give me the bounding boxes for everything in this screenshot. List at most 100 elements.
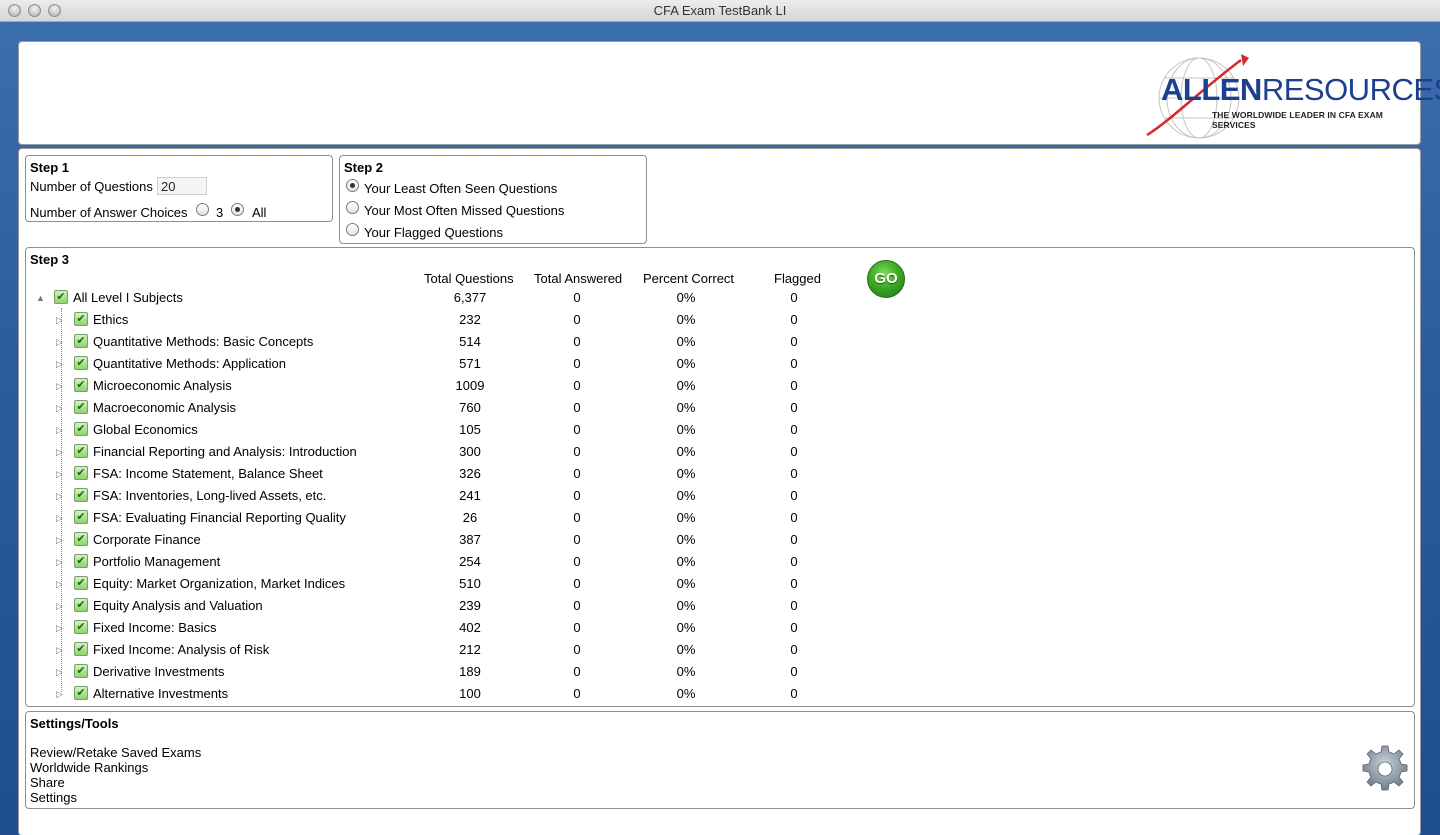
expand-triangle-icon[interactable]: ▷ — [56, 623, 63, 634]
expand-triangle-icon[interactable]: ▷ — [56, 513, 63, 524]
expand-triangle-icon[interactable]: ▷ — [56, 645, 63, 656]
expand-triangle-icon[interactable]: ▷ — [56, 315, 63, 326]
step2-title: Step 2 — [344, 160, 384, 175]
cell-answered: 0 — [573, 532, 581, 547]
cell-total: 6,377 — [453, 290, 487, 305]
tree-row-subject: ▷ ✔ Fixed Income: Analysis of Risk 212 0 0% 0 — [26, 642, 1026, 662]
subject-checkbox[interactable]: ✔ — [74, 312, 88, 326]
answer-choices-label: Number of Answer Choices — [30, 205, 188, 220]
answer-choice-3-radio[interactable] — [196, 203, 209, 216]
cell-flagged: 0 — [790, 532, 798, 547]
cell-answered: 0 — [573, 642, 581, 657]
cell-total: 514 — [459, 334, 481, 349]
cell-percent: 0% — [676, 488, 696, 503]
expand-triangle-icon[interactable]: ▷ — [56, 667, 63, 678]
subject-checkbox[interactable]: ✔ — [74, 378, 88, 392]
tree-row-subject: ▷ ✔ Global Economics 105 0 0% 0 — [26, 422, 1026, 442]
subject-checkbox[interactable]: ✔ — [74, 598, 88, 612]
cell-total: 232 — [459, 312, 481, 327]
expand-triangle-icon[interactable]: ▷ — [56, 557, 63, 568]
settings-link[interactable]: Settings — [30, 790, 77, 805]
cell-answered: 0 — [573, 466, 581, 481]
tree-row-subject: ▷ ✔ Quantitative Methods: Application 571 0 0… — [26, 356, 1026, 376]
review-saved-exams-link[interactable]: Review/Retake Saved Exams — [30, 745, 201, 760]
subject-checkbox[interactable]: ✔ — [74, 444, 88, 458]
cell-percent: 0% — [676, 532, 696, 547]
subject-label: FSA: Evaluating Financial Reporting Qual… — [93, 510, 346, 525]
expand-triangle-icon[interactable]: ▷ — [56, 601, 63, 612]
subject-checkbox[interactable]: ✔ — [74, 686, 88, 700]
window-title: CFA Exam TestBank LI — [653, 3, 787, 18]
window-titlebar: CFA Exam TestBank LI — [0, 0, 1440, 22]
subject-checkbox[interactable]: ✔ — [74, 488, 88, 502]
cell-answered: 0 — [573, 400, 581, 415]
step1-box: Step 1 Number of Questions Number of Ans… — [25, 155, 333, 222]
answer-choice-all-radio[interactable] — [231, 203, 244, 216]
tree-row-subject: ▷ ✔ Financial Reporting and Analysis: Intr… — [26, 444, 1026, 464]
expand-triangle-icon[interactable]: ▷ — [56, 579, 63, 590]
subject-checkbox[interactable]: ✔ — [74, 620, 88, 634]
cell-flagged: 0 — [790, 334, 798, 349]
share-link[interactable]: Share — [30, 775, 65, 790]
subject-checkbox[interactable]: ✔ — [74, 466, 88, 480]
subject-checkbox[interactable]: ✔ — [74, 422, 88, 436]
tree-row-subject: ▷ ✔ Derivative Investments 189 0 0% 0 — [26, 664, 1026, 684]
subject-label: Portfolio Management — [93, 554, 221, 569]
tree-row-subject: ▷ ✔ Fixed Income: Basics 402 0 0% 0 — [26, 620, 1026, 640]
expand-triangle-icon[interactable]: ▷ — [56, 337, 63, 348]
num-questions-input[interactable] — [157, 177, 207, 195]
subject-checkbox[interactable]: ✔ — [74, 554, 88, 568]
flagged-radio[interactable] — [346, 223, 359, 236]
least-seen-radio[interactable] — [346, 179, 359, 192]
expand-triangle-icon[interactable]: ▷ — [56, 469, 63, 480]
cell-percent: 0% — [676, 598, 696, 613]
expand-triangle-icon[interactable]: ▷ — [56, 425, 63, 436]
cell-flagged: 0 — [790, 400, 798, 415]
cell-percent: 0% — [676, 290, 696, 305]
header-banner: ALLENRESOURCES THE WORLDWIDE LEADER IN C… — [18, 41, 1440, 145]
subject-checkbox[interactable]: ✔ — [74, 510, 88, 524]
num-questions-label: Number of Questions — [30, 179, 153, 194]
expand-triangle-icon[interactable]: ▷ — [56, 535, 63, 546]
subject-label: Equity Analysis and Valuation — [93, 598, 263, 613]
step3-title: Step 3 — [30, 252, 70, 267]
cell-percent: 0% — [676, 664, 696, 679]
worldwide-rankings-link[interactable]: Worldwide Rankings — [30, 760, 148, 775]
subject-checkbox[interactable]: ✔ — [74, 664, 88, 678]
tree-row-root: ▲ ✔ All Level I Subjects 6,377 0 0% 0 — [26, 290, 1026, 310]
subject-checkbox[interactable]: ✔ — [74, 356, 88, 370]
cell-flagged: 0 — [790, 356, 798, 371]
subject-label: Quantitative Methods: Basic Concepts — [93, 334, 314, 349]
most-missed-radio[interactable] — [346, 201, 359, 214]
minimize-window-button[interactable] — [28, 4, 41, 17]
cell-answered: 0 — [573, 444, 581, 459]
step3-box: Step 3 Total Questions Total Answered Pe… — [25, 247, 1415, 707]
tools-title: Settings/Tools — [30, 716, 119, 731]
gear-icon[interactable] — [1360, 744, 1410, 794]
subject-checkbox[interactable]: ✔ — [74, 642, 88, 656]
expand-triangle-icon[interactable]: ▷ — [56, 447, 63, 458]
cell-total: 326 — [459, 466, 481, 481]
checkbox-root[interactable]: ✔ — [54, 290, 68, 304]
least-seen-label: Your Least Often Seen Questions — [364, 181, 558, 196]
cell-answered: 0 — [573, 488, 581, 503]
collapse-triangle-icon[interactable]: ▲ — [36, 293, 45, 303]
expand-triangle-icon[interactable]: ▷ — [56, 689, 63, 700]
close-window-button[interactable] — [8, 4, 21, 17]
step1-title: Step 1 — [30, 160, 70, 175]
expand-triangle-icon[interactable]: ▷ — [56, 491, 63, 502]
expand-triangle-icon[interactable]: ▷ — [56, 359, 63, 370]
expand-triangle-icon[interactable]: ▷ — [56, 403, 63, 414]
cell-answered: 0 — [573, 356, 581, 371]
cell-percent: 0% — [676, 620, 696, 635]
expand-triangle-icon[interactable]: ▷ — [56, 381, 63, 392]
zoom-window-button[interactable] — [48, 4, 61, 17]
subject-label: Derivative Investments — [93, 664, 225, 679]
subject-checkbox[interactable]: ✔ — [74, 334, 88, 348]
subject-checkbox[interactable]: ✔ — [74, 400, 88, 414]
cell-flagged: 0 — [790, 554, 798, 569]
subject-checkbox[interactable]: ✔ — [74, 576, 88, 590]
cell-flagged: 0 — [790, 686, 798, 701]
cell-percent: 0% — [676, 510, 696, 525]
subject-checkbox[interactable]: ✔ — [74, 532, 88, 546]
